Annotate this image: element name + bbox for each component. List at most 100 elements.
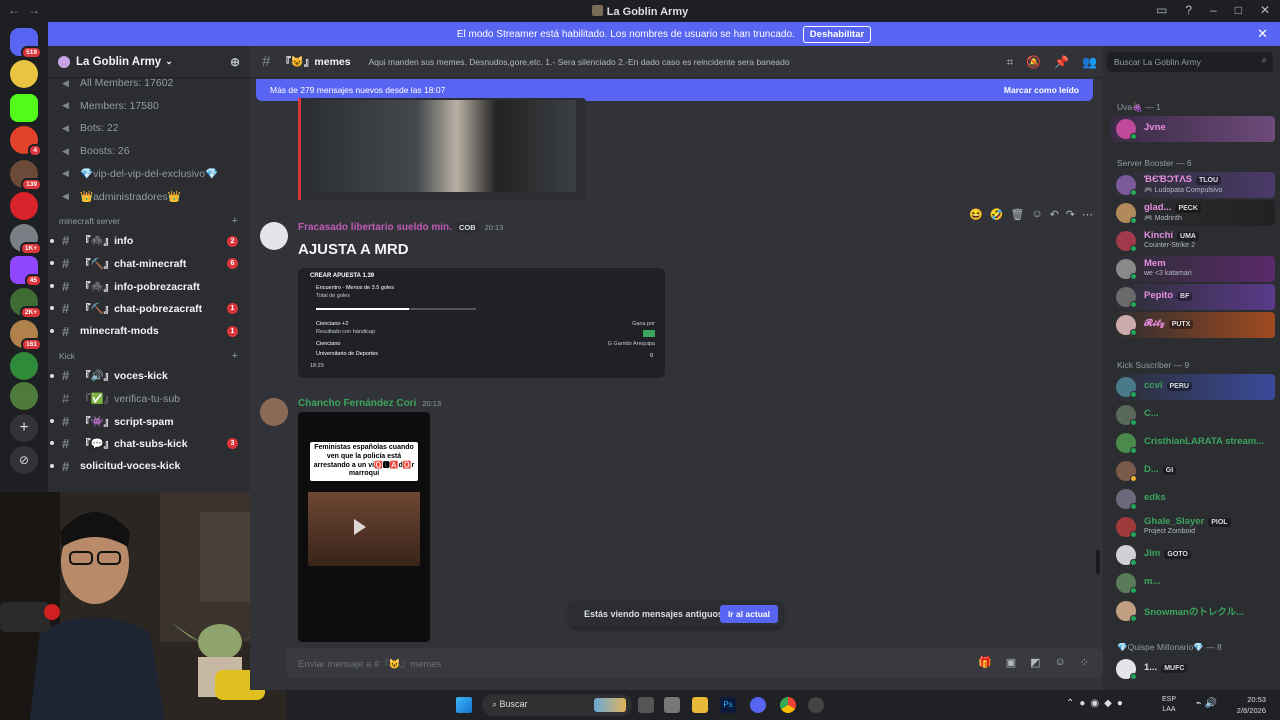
member-item[interactable]: Pepito BF bbox=[1111, 284, 1275, 310]
discord-icon[interactable] bbox=[750, 697, 766, 713]
channel-item[interactable]: # 『💬』chat-subs-kick 3 bbox=[48, 432, 250, 455]
jump-to-present-button[interactable]: Ir al actual bbox=[719, 605, 778, 623]
apps-icon[interactable]: ⁘ bbox=[1080, 656, 1089, 669]
file-explorer-icon[interactable] bbox=[692, 697, 708, 713]
channel-item[interactable]: # 『🕷️』info 2 bbox=[48, 230, 250, 253]
mute-icon[interactable]: 🔕 bbox=[1026, 55, 1041, 70]
forward-icon[interactable]: ↷ bbox=[1066, 208, 1075, 221]
trash-icon[interactable]: 🗑 bbox=[1010, 208, 1024, 221]
app-icon[interactable] bbox=[808, 697, 824, 713]
stat-channel[interactable]: ◀ Bots: 22 bbox=[48, 117, 250, 140]
minimize-icon[interactable]: – bbox=[1210, 3, 1217, 17]
sticker-icon[interactable]: ◩ bbox=[1030, 656, 1040, 669]
photoshop-icon[interactable]: Ps bbox=[720, 697, 736, 713]
pin-icon[interactable]: 📌 bbox=[1054, 55, 1069, 70]
window-controls[interactable]: ▭? – □ ✕ bbox=[1156, 3, 1270, 17]
app-icon[interactable] bbox=[664, 697, 680, 713]
server-icon[interactable]: 139 bbox=[10, 160, 42, 191]
image-attachment[interactable]: CREAR APUESTA 1.39 Encuentro - Menos de … bbox=[298, 268, 665, 378]
member-item[interactable]: edks bbox=[1111, 486, 1275, 512]
member-item[interactable]: Jim GOTO bbox=[1111, 542, 1275, 568]
member-item[interactable]: m... bbox=[1111, 570, 1275, 596]
member-item[interactable]: ƁЄƁƆƬΛS TLOU 🎮 Ludopata Compulsivo bbox=[1111, 172, 1275, 198]
channel-item[interactable]: # 『🕷️』info-pobrezacraft bbox=[48, 275, 250, 298]
inbox-icon[interactable]: ▭ bbox=[1156, 3, 1167, 17]
kick-server-icon[interactable] bbox=[10, 94, 38, 122]
member-item[interactable]: ccvi PERU bbox=[1111, 374, 1275, 400]
channel-topic[interactable]: Aqui manden sus memes. Desnudos,gore,etc… bbox=[369, 57, 790, 67]
member-item[interactable]: CristhianLARATA stream... bbox=[1111, 430, 1275, 456]
channel-item[interactable]: # 『⛏️』chat-minecraft 6 bbox=[48, 252, 250, 275]
play-icon[interactable] bbox=[354, 519, 366, 535]
channel-item[interactable]: # 『🔊』voces-kick bbox=[48, 365, 250, 388]
member-item[interactable]: Kinchi UMA Counter-Strike 2 bbox=[1111, 228, 1275, 254]
avatar[interactable] bbox=[260, 398, 288, 426]
add-server-icon[interactable]: + bbox=[10, 414, 38, 442]
add-channel-icon[interactable]: + bbox=[232, 350, 238, 362]
server-icon[interactable] bbox=[10, 352, 38, 380]
clock[interactable]: 20:53 2/8/2026 bbox=[1237, 694, 1266, 716]
server-icon[interactable] bbox=[10, 60, 38, 88]
member-item[interactable]: D... GI bbox=[1111, 458, 1275, 484]
system-tray-icons[interactable]: ⌃●◉◆● bbox=[1066, 698, 1128, 709]
help-icon[interactable]: ? bbox=[1185, 3, 1192, 17]
member-item[interactable]: 1... MUFC bbox=[1111, 656, 1275, 682]
member-item[interactable]: glad... PECK 🎮 Modrinth bbox=[1111, 200, 1275, 226]
voice-channel[interactable]: ◀ 👑administradores👑 bbox=[48, 185, 250, 208]
message-author[interactable]: Chancho Fernández Cori 20:13 bbox=[298, 398, 441, 409]
stat-channel[interactable]: ◀ All Members: 17602 bbox=[48, 72, 250, 95]
server-icon[interactable]: 161 bbox=[10, 320, 42, 351]
category-kick[interactable]: Kick + bbox=[48, 343, 250, 365]
gift-icon[interactable]: 🎁 bbox=[978, 656, 992, 669]
server-icon[interactable] bbox=[10, 192, 38, 220]
scrollbar[interactable] bbox=[1096, 550, 1100, 574]
member-item[interactable]: Mem we <3 katamari bbox=[1111, 256, 1275, 282]
more-icon[interactable]: ⋯ bbox=[1082, 208, 1093, 221]
close-window-icon[interactable]: ✕ bbox=[1260, 3, 1270, 17]
member-search-input[interactable]: Buscar La Goblin Army ⌕ bbox=[1107, 52, 1273, 72]
discover-icon[interactable]: ⊘ bbox=[10, 446, 38, 474]
add-reaction-icon[interactable]: ☺ bbox=[1031, 208, 1042, 221]
task-view-icon[interactable] bbox=[638, 697, 654, 713]
windows-start-icon[interactable] bbox=[456, 697, 472, 713]
chrome-icon[interactable] bbox=[780, 697, 796, 713]
member-item[interactable]: C... bbox=[1111, 402, 1275, 428]
member-item[interactable]: Snowmanのトレクル... bbox=[1111, 598, 1275, 624]
mark-read-button[interactable]: Marcar como leído bbox=[1004, 85, 1079, 95]
channel-item[interactable]: # minecraft-mods 1 bbox=[48, 320, 250, 343]
reaction-icon[interactable]: 😆 bbox=[969, 208, 983, 221]
message-author[interactable]: Fracasado libertario sueldo min. COB 20:13 bbox=[298, 222, 503, 233]
server-icon[interactable]: 1K+ bbox=[10, 224, 42, 255]
channel-item[interactable]: # 『👾』script-spam bbox=[48, 410, 250, 433]
voice-channel[interactable]: ◀ 💎vip-del-vip-del-exclusivo💎 bbox=[48, 162, 250, 185]
category-minecraft[interactable]: minecraft server + bbox=[48, 208, 250, 230]
member-item[interactable]: Ghale_Slayer PIOL Project Zomboid bbox=[1111, 514, 1275, 540]
channel-item[interactable]: # solicitud-voces-kick bbox=[48, 455, 250, 478]
server-icon[interactable]: 4 bbox=[10, 126, 42, 157]
language-indicator[interactable]: ESP LAA bbox=[1162, 695, 1176, 715]
add-channel-icon[interactable]: + bbox=[232, 215, 238, 227]
server-icon[interactable] bbox=[10, 382, 38, 410]
server-icon[interactable]: 2K+ bbox=[10, 288, 42, 319]
reaction-icon[interactable]: 🤣 bbox=[990, 208, 1004, 221]
direct-messages-icon[interactable]: 519 bbox=[10, 28, 42, 59]
stat-channel[interactable]: ◀ Members: 17580 bbox=[48, 95, 250, 118]
channel-item[interactable]: # 『⛏️』chat-pobrezacraft 1 bbox=[48, 297, 250, 320]
gif-icon[interactable]: ▣ bbox=[1006, 656, 1016, 669]
message-composer[interactable]: Enviar mensaje a #『😺』memes 🎁 ▣ ◩ ☺ ⁘ bbox=[286, 648, 1103, 678]
image-attachment[interactable] bbox=[298, 98, 586, 200]
member-item[interactable]: Jvne bbox=[1111, 116, 1275, 142]
avatar[interactable] bbox=[260, 222, 288, 250]
network-volume-icons[interactable]: ⌁🔊 bbox=[1196, 698, 1220, 709]
maximize-icon[interactable]: □ bbox=[1235, 3, 1242, 17]
member-item[interactable]: 𝓡𝓲𝓽𝔃 PUTX bbox=[1111, 312, 1275, 338]
reply-icon[interactable]: ↶ bbox=[1050, 208, 1059, 221]
emoji-icon[interactable]: ☺ bbox=[1055, 656, 1066, 669]
members-icon[interactable]: 👥 bbox=[1082, 55, 1097, 70]
twitch-server-icon[interactable]: 45 bbox=[10, 256, 42, 287]
add-friend-icon[interactable]: ⊕ bbox=[230, 55, 240, 69]
threads-icon[interactable]: ⌗ bbox=[1006, 55, 1013, 70]
channel-item[interactable]: # 『✅』verifica-tu-sub bbox=[48, 387, 250, 410]
close-banner-icon[interactable]: ✕ bbox=[1257, 26, 1268, 42]
disable-streamer-button[interactable]: Deshabilitar bbox=[802, 25, 872, 43]
